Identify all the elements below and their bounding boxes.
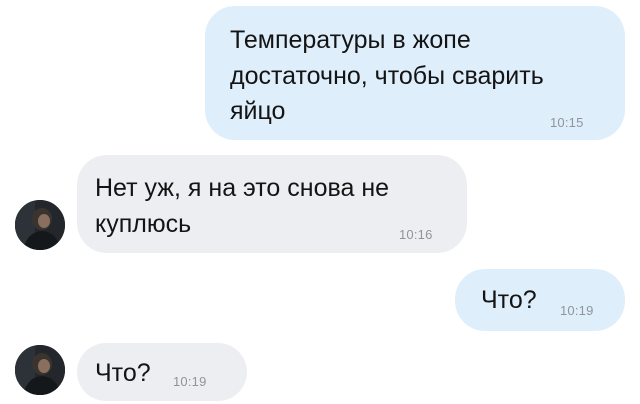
message-bubble-incoming[interactable]: Нет уж, я на это снова не куплюсь 10:16 — [77, 155, 467, 253]
message-bubble-incoming[interactable]: Что? 10:19 — [77, 343, 247, 401]
message-text-line: Температуры в жопе — [230, 26, 471, 54]
chat-thread: Температуры в жопе достаточно, чтобы сва… — [0, 0, 640, 404]
message-timestamp: 10:16 — [399, 227, 433, 242]
message-text-line: Что? — [95, 359, 151, 387]
message-bubble-outgoing[interactable]: Что? 10:19 — [455, 269, 625, 331]
contact-avatar[interactable] — [15, 345, 65, 395]
message-timestamp: 10:15 — [550, 115, 584, 130]
avatar-photo-icon — [15, 200, 65, 250]
message-text-line: куплюсь — [95, 210, 192, 238]
avatar-photo-icon — [15, 345, 65, 395]
contact-avatar[interactable] — [15, 200, 65, 250]
message-bubble-outgoing[interactable]: Температуры в жопе достаточно, чтобы сва… — [205, 6, 625, 140]
message-text-line: достаточно, чтобы сварить — [230, 62, 544, 90]
message-timestamp: 10:19 — [560, 303, 594, 318]
message-text-line: яйцо — [230, 97, 286, 125]
message-timestamp: 10:19 — [173, 374, 207, 389]
message-text-line: Нет уж, я на это снова не — [95, 174, 390, 202]
message-text-line: Что? — [481, 286, 537, 314]
